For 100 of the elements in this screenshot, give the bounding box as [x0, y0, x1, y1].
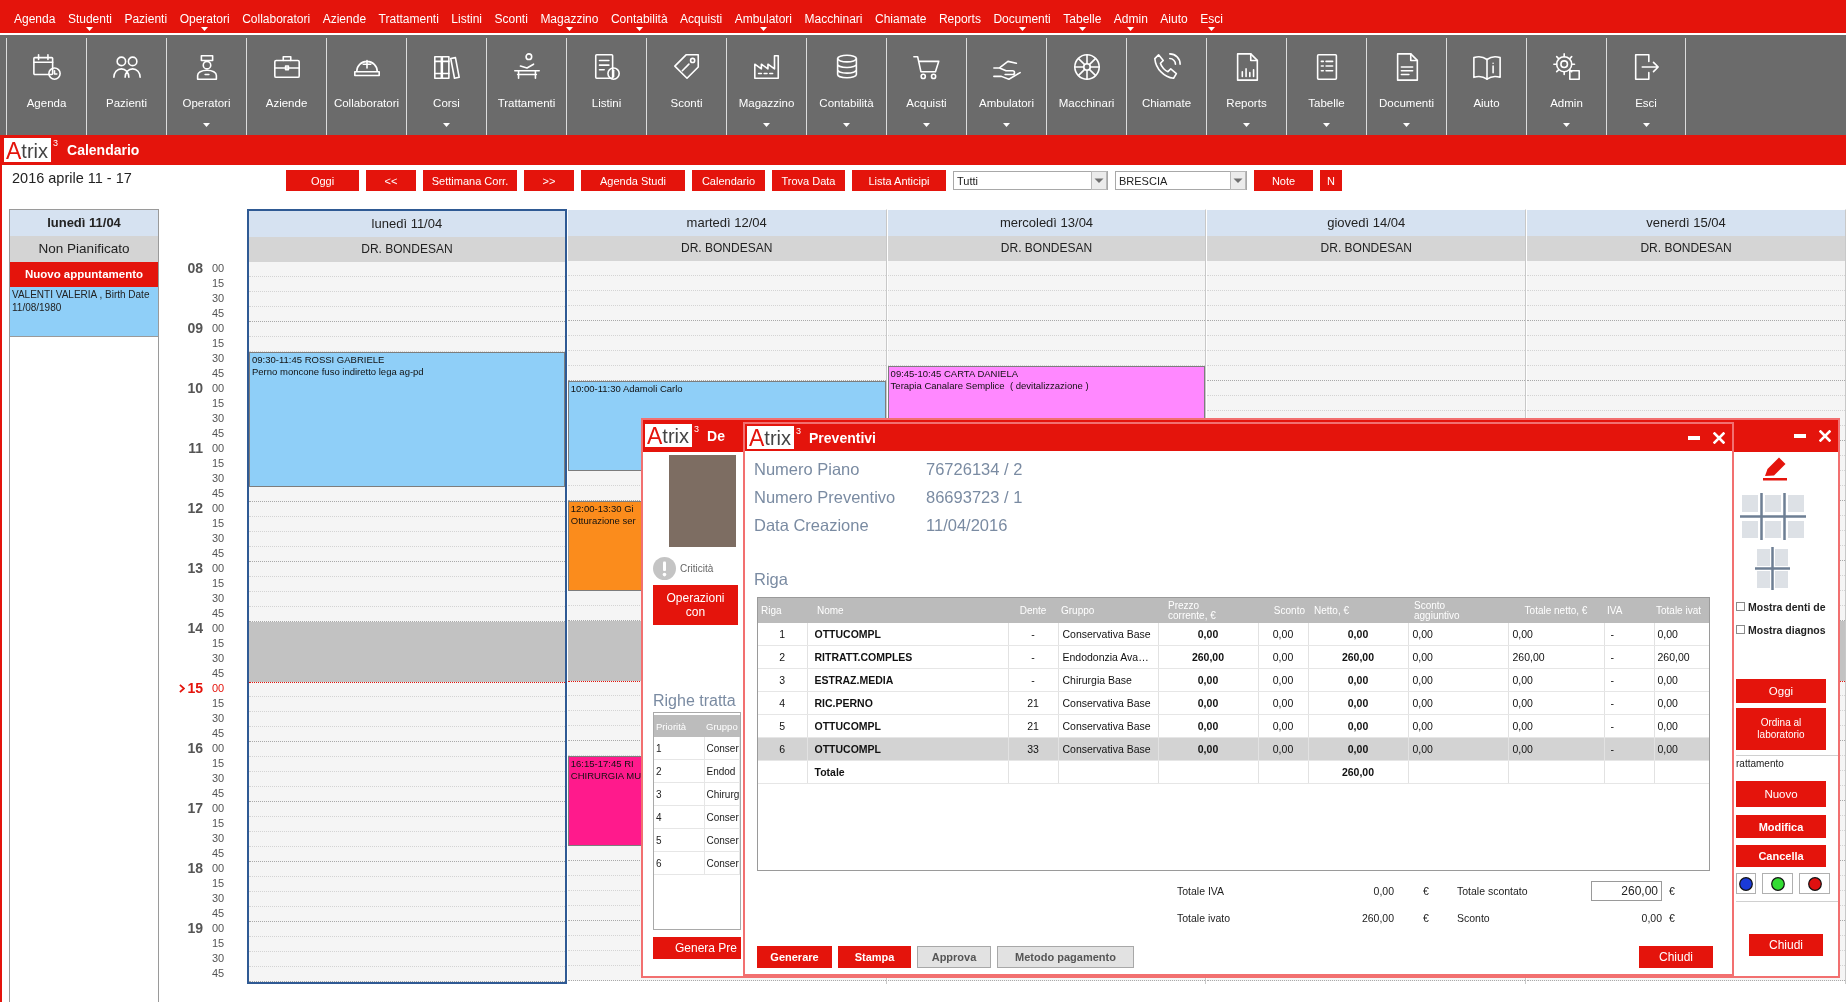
- minute-label: 00: [212, 322, 225, 335]
- table-cell: Chirurgia Base: [1058, 668, 1158, 692]
- minute-label: 00: [212, 862, 225, 875]
- table-cell: 0,00: [1408, 668, 1508, 692]
- minute-label: 30: [212, 652, 225, 665]
- table-cell: 0,00: [1258, 668, 1308, 692]
- table-cell: 3: [758, 668, 807, 692]
- minute-label: 15: [212, 397, 225, 410]
- minute-label: 45: [212, 967, 225, 980]
- hour-label: 18: [187, 861, 203, 876]
- day-header: giovedì 14/04: [1207, 210, 1526, 236]
- table-cell: -: [1604, 623, 1654, 646]
- table-cell: 0,00: [1258, 691, 1308, 715]
- minute-label: 00: [212, 742, 225, 755]
- minute-label: 30: [212, 532, 225, 545]
- table-cell: Chirurg: [704, 782, 740, 806]
- table-cell: 6: [654, 851, 704, 875]
- table-cell: ESTRAZ.MEDIA: [807, 668, 1008, 692]
- table-cell: 0,00: [1158, 623, 1258, 646]
- day-header: lunedì 11/04: [249, 211, 565, 237]
- checkbox-label: Mostra denti de: [1748, 600, 1826, 613]
- minute-label: 30: [212, 772, 225, 785]
- minute-label: 30: [212, 712, 225, 725]
- window-title: Calendario: [67, 142, 140, 158]
- minute-label: 15: [212, 757, 225, 770]
- minute-label: 00: [212, 262, 225, 275]
- field-value: 76726134 / 2: [926, 459, 1023, 479]
- minute-label: 45: [212, 787, 225, 800]
- table-cell: 6: [758, 737, 807, 761]
- table-cell: 0,00: [1158, 691, 1258, 715]
- minute-label: 30: [212, 832, 225, 845]
- table-cell: 0,00: [1408, 691, 1508, 715]
- minute-label: 30: [212, 292, 225, 305]
- appointment-detail: Terapia Canalare Semplice ( devitalizzazione ): [890, 380, 1089, 392]
- table-cell: -: [1008, 668, 1058, 692]
- currency-label: €: [1668, 884, 1675, 897]
- table-cell: -: [1604, 645, 1654, 669]
- table-cell: 0,00: [1258, 645, 1308, 669]
- appointment-title: 12:00-13:30 Gi: [570, 503, 634, 515]
- table-cell: OTTUCOMPL: [807, 737, 1008, 761]
- minute-label: 15: [212, 517, 225, 530]
- table-cell: 4: [758, 691, 807, 715]
- table-cell: Conservativa Base: [1058, 714, 1158, 738]
- minute-label: 15: [212, 877, 225, 890]
- table-cell: 0,00: [1408, 645, 1508, 669]
- table-cell: 0,00: [1308, 714, 1408, 738]
- day-header: martedì 12/04: [567, 210, 886, 236]
- table-cell: 1: [758, 623, 807, 646]
- window-title: De: [707, 428, 725, 444]
- doctor-header: DR. BONDESAN: [567, 236, 886, 261]
- currency-label: €: [1422, 911, 1429, 924]
- minute-label: 15: [212, 817, 225, 830]
- minute-label: 00: [212, 682, 225, 695]
- field-label: Numero Preventivo: [754, 487, 897, 507]
- total-value: 260,00: [1361, 911, 1394, 924]
- minute-label: 45: [212, 907, 225, 920]
- day-header: venerdì 15/04: [1527, 210, 1845, 236]
- column-header: Gruppo: [704, 715, 740, 737]
- total-value: 0,00: [1373, 884, 1394, 897]
- hour-label: 11: [188, 441, 203, 456]
- hour-label: 15: [187, 681, 203, 696]
- appointment-title: 09:45-10:45 CARTA DANIELA: [890, 368, 1019, 380]
- doctor-header: DR. BONDESAN: [249, 237, 565, 262]
- currency-label: €: [1422, 884, 1429, 897]
- minute-label: 15: [212, 637, 225, 650]
- table-cell: 3: [654, 782, 704, 806]
- table-cell: 0,00: [1308, 623, 1408, 646]
- column-header: Nome: [807, 598, 1008, 623]
- table-cell: Conser: [704, 805, 740, 829]
- criticality-label: Criticità: [680, 563, 714, 574]
- table-cell: 5: [758, 714, 807, 738]
- hour-label: 09: [187, 321, 203, 336]
- appointment-title: 10:00-11:30 Adamoli Carlo: [570, 383, 683, 395]
- column-header: Sconto aggiuntivo: [1408, 598, 1508, 623]
- hour-label: 16: [187, 741, 203, 756]
- app-logo: Atrix 3: [4, 138, 59, 162]
- app-logo: Atrix 3: [747, 425, 802, 450]
- table-cell: 0,00: [1408, 623, 1508, 646]
- appointment-title: 16:15-17:45 RI: [570, 758, 634, 770]
- currency-label: €: [1668, 911, 1675, 924]
- column-header: Sconto: [1258, 598, 1308, 623]
- table-cell: 0,00: [1158, 714, 1258, 738]
- minute-label: 00: [212, 502, 225, 515]
- column-header: Gruppo: [1058, 598, 1158, 623]
- hour-label: 08: [187, 261, 203, 276]
- table-cell: RITRATT.COMPLES: [807, 645, 1008, 669]
- minute-label: 45: [212, 847, 225, 860]
- table-cell: 0,00: [1258, 714, 1308, 738]
- table-cell: 260,00: [1508, 645, 1604, 669]
- table-cell: Endod: [704, 759, 740, 783]
- field-value: 86693723 / 1: [926, 487, 1023, 507]
- minute-label: 30: [212, 952, 225, 965]
- total-label: Totale scontato: [1457, 884, 1528, 897]
- minute-label: 30: [212, 592, 225, 605]
- hour-label: 13: [187, 561, 203, 576]
- table-cell: 0,00: [1508, 691, 1604, 715]
- day-header: lunedì 11/04: [10, 210, 158, 236]
- table-cell: 21: [1008, 691, 1058, 715]
- total-value: 0,00: [1641, 911, 1662, 924]
- date-range-label: 2016 aprile 11 - 17: [11, 170, 133, 186]
